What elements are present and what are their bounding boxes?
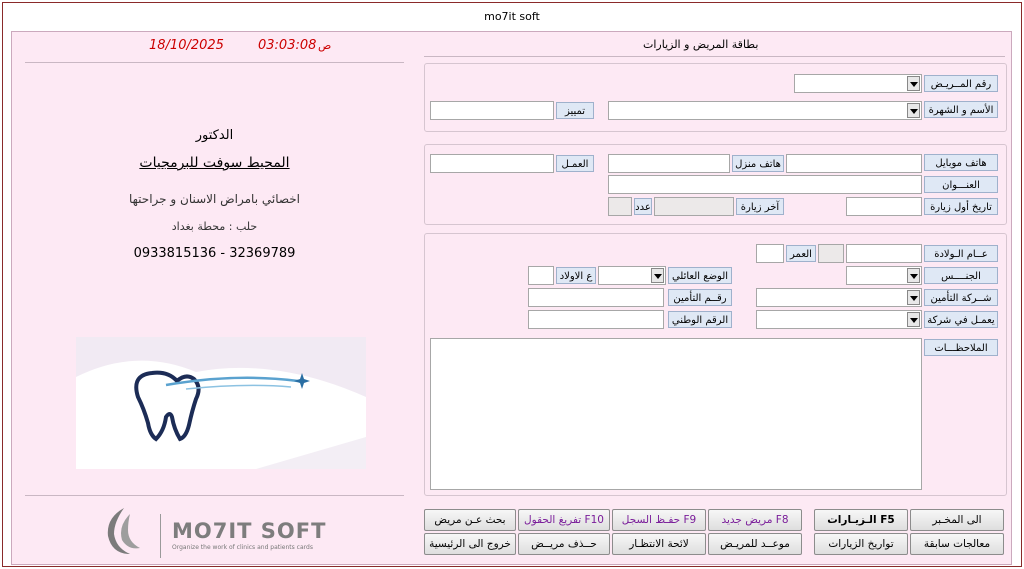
save-record-button[interactable]: حفـظ السجل F9 — [612, 509, 706, 531]
delete-patient-button[interactable]: حــذف مريــض — [518, 533, 610, 555]
age-input[interactable] — [756, 244, 784, 263]
chevron-down-icon[interactable] — [907, 76, 920, 91]
notes-label: الملاحظـــات — [924, 339, 998, 356]
birth-year-label: عــام الـولادة — [924, 245, 998, 262]
visits-button[interactable]: الـزيـارات F5 — [814, 509, 908, 531]
insurance-company-label: شــركة التأمين — [924, 289, 998, 306]
address-input[interactable] — [608, 175, 922, 194]
mobile-input[interactable] — [786, 154, 922, 173]
brand-name: MO7IT SOFT — [172, 519, 327, 543]
doctor-name: المحيط سوفت للبرمجيات — [139, 155, 290, 171]
patient-number-label: رقم المــريـض — [924, 75, 998, 92]
left-bottom-divider — [25, 495, 404, 496]
age-box — [818, 244, 844, 263]
chevron-down-icon[interactable] — [907, 312, 920, 327]
chevron-down-icon[interactable] — [907, 268, 920, 283]
waiting-list-button[interactable]: لائحة الانتظـار — [612, 533, 706, 555]
brand-tagline: Organize the work of clinics and patient… — [172, 544, 313, 551]
first-visit-label: تاريخ أول زيارة — [924, 198, 998, 215]
visit-dates-button[interactable]: تواريخ الزيارات — [814, 533, 908, 555]
notes-textarea[interactable] — [430, 338, 922, 490]
doctor-address: حلب : محطة بغداد — [171, 220, 258, 233]
window-title: mo7it soft — [3, 3, 1021, 31]
tooth-icon — [76, 337, 366, 469]
patient-number-select[interactable] — [794, 74, 922, 93]
section-title: بطاقة المريض و الزيارات — [643, 38, 759, 51]
home-phone-input[interactable] — [608, 154, 730, 173]
marital-label: الوضع العائلي — [668, 267, 732, 284]
mobile-label: هاتف موبايل — [924, 154, 998, 171]
chevron-down-icon[interactable] — [907, 103, 920, 118]
brand-divider — [160, 514, 161, 558]
name-nickname-label: الأسم و الشهرة — [924, 101, 998, 118]
last-visit-input — [654, 197, 734, 216]
clinic-logo-image — [76, 337, 366, 469]
header-ampm: ص — [318, 39, 332, 52]
address-label: العنـــوان — [924, 176, 998, 193]
count-label: عدد — [634, 198, 652, 215]
doctor-specialty: اخصائي بامراض الاسنان و جراحتها — [128, 192, 301, 206]
patient-card-panel: 18/10/2025 03:03:08 ص الدكتور المحيط سوف… — [11, 31, 1012, 565]
distinguish-input[interactable] — [430, 101, 554, 120]
works-at-company-label: يعمـل في شركة — [924, 311, 998, 328]
search-patient-button[interactable]: بحث عـن مريض — [424, 509, 516, 531]
insurance-number-label: رقــم التأمين — [668, 289, 732, 306]
marital-select[interactable] — [598, 266, 666, 285]
insurance-number-input[interactable] — [528, 288, 664, 307]
to-lab-button[interactable]: الى المخـبر — [910, 509, 1004, 531]
age-label: العمر — [786, 245, 816, 262]
chevron-down-icon[interactable] — [907, 290, 920, 305]
chevron-down-icon[interactable] — [651, 268, 664, 283]
clear-fields-button[interactable]: تفريغ الحقول F10 — [518, 509, 610, 531]
appointment-button[interactable]: موعــد للمريـض — [708, 533, 802, 555]
home-phone-label: هاتف منزل — [732, 155, 784, 172]
works-at-company-select[interactable] — [756, 310, 922, 329]
first-visit-input[interactable] — [846, 197, 922, 216]
last-visit-label: آخر زيارة — [736, 198, 784, 215]
doctor-title: الدكتور — [195, 128, 234, 143]
birth-year-input[interactable] — [846, 244, 922, 263]
brand-logo-icon — [100, 504, 148, 558]
distinguish-label: تمييز — [556, 102, 594, 119]
header-date: 18/10/2025 — [149, 38, 224, 53]
doctor-phones: 0933815136 - 32369789 — [133, 246, 296, 261]
name-nickname-select[interactable] — [608, 101, 922, 120]
work-input[interactable] — [430, 154, 554, 173]
right-top-divider — [424, 56, 1005, 57]
insurance-company-select[interactable] — [756, 288, 922, 307]
left-top-divider — [25, 62, 404, 63]
national-id-input[interactable] — [528, 310, 664, 329]
gender-select[interactable] — [846, 266, 922, 285]
app-window: mo7it soft 18/10/2025 03:03:08 ص الدكتور… — [2, 2, 1022, 567]
children-input[interactable] — [528, 266, 554, 285]
gender-label: الجنــــس — [924, 267, 998, 284]
national-id-label: الرقم الوطني — [668, 311, 732, 328]
exit-home-button[interactable]: خروج الى الرئيسية — [424, 533, 516, 555]
children-label: ع الاولاد — [556, 267, 596, 284]
prev-treatments-button[interactable]: معالجات سابقة — [910, 533, 1004, 555]
work-label: العمـل — [556, 155, 594, 172]
new-patient-button[interactable]: مريض جديد F8 — [708, 509, 802, 531]
count-input — [608, 197, 632, 216]
header-time: 03:03:08 — [258, 38, 317, 53]
